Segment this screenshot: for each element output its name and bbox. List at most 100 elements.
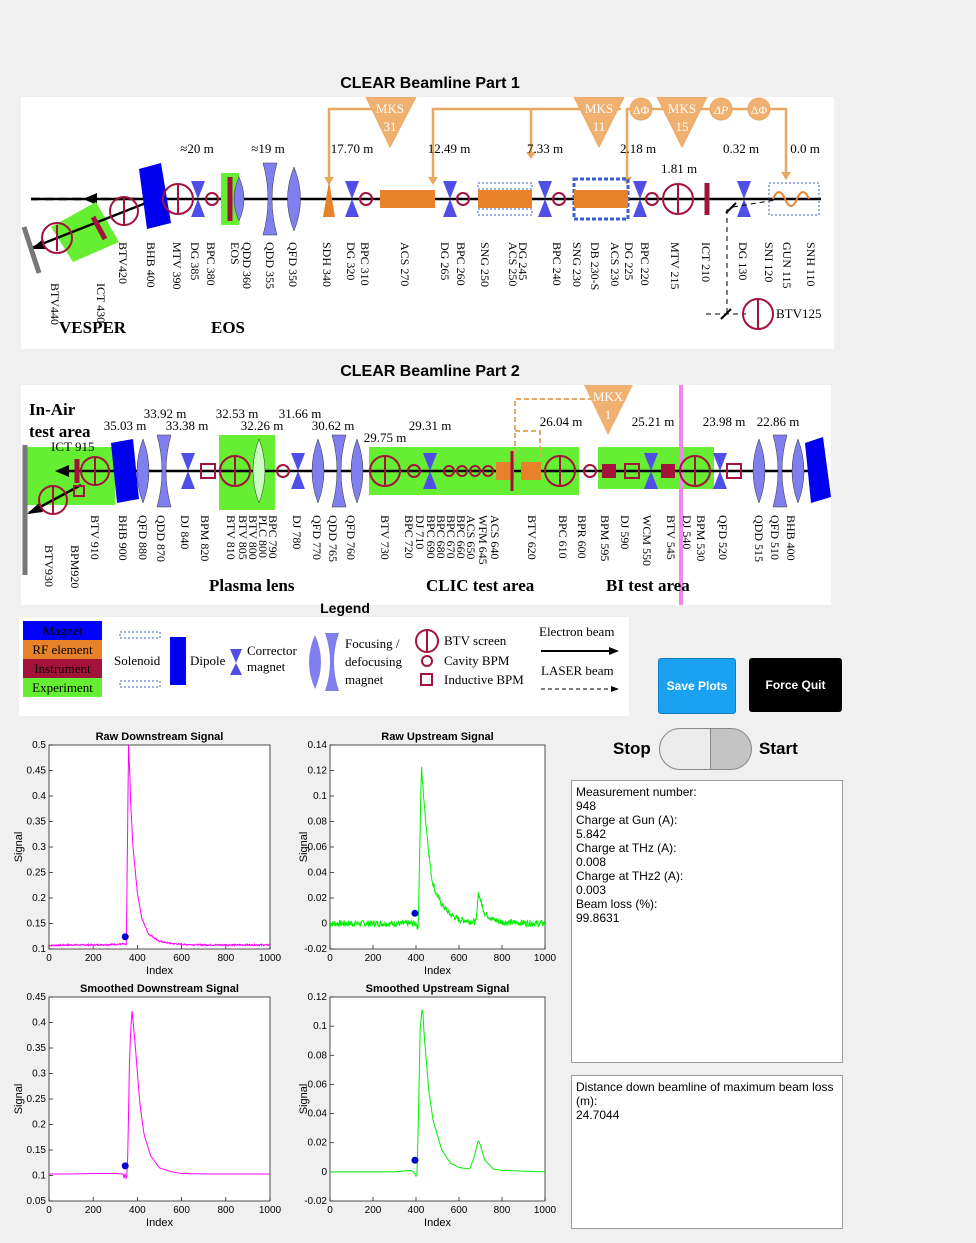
- beamline1-label: ACS 230: [608, 242, 622, 286]
- y-tick-label: 0.5: [32, 740, 46, 751]
- beamline2-label: QFD 510: [768, 515, 782, 560]
- svg-text:ΔP: ΔP: [713, 103, 729, 117]
- beamline2-label: QDD 515: [752, 515, 766, 562]
- beamline1-label: QDD 355: [263, 242, 277, 289]
- signal-marker: [411, 1156, 419, 1164]
- x-axis-label: Index: [146, 1217, 173, 1229]
- beamline1-label: BTV420: [116, 242, 130, 284]
- beamline1-label: ACS 270: [398, 242, 412, 286]
- plot-title: Raw Upstream Signal: [381, 731, 493, 743]
- x-tick-label: 600: [451, 1205, 468, 1216]
- y-tick-label: 0.15: [27, 1145, 47, 1156]
- svg-text:MKS: MKS: [668, 101, 696, 116]
- y-tick-label: -0.02: [304, 1196, 327, 1207]
- beamline2-label: WCM 550: [640, 515, 654, 566]
- y-tick-label: 0.06: [308, 1079, 328, 1090]
- in-air-label-1: In-Air: [29, 400, 76, 419]
- beamline2-label: ACS 640: [488, 515, 502, 559]
- svg-text:33.38 m: 33.38 m: [166, 418, 209, 433]
- x-tick-label: 800: [217, 1205, 234, 1216]
- beamline1-label: SNH 110: [804, 242, 818, 287]
- beamline2-label: BPM 595: [598, 515, 612, 561]
- beamline1-label: MTV 215: [668, 242, 682, 289]
- beamline1-label: SNG 250: [478, 242, 492, 287]
- svg-text:≈20 m: ≈20 m: [180, 141, 214, 156]
- y-tick-label: 0.2: [32, 1120, 46, 1131]
- beamline2-label: BTV 730: [378, 515, 392, 560]
- toggle-knob: [660, 729, 711, 769]
- beamline2-label: BPM 820: [198, 515, 212, 561]
- beamline2-label: BTV 545: [664, 515, 678, 560]
- force-quit-button[interactable]: Force Quit: [749, 658, 842, 712]
- save-plots-button[interactable]: Save Plots: [658, 658, 736, 714]
- x-tick-label: 800: [494, 1205, 511, 1216]
- y-axis-label: Signal: [298, 832, 310, 863]
- run-toggle-switch[interactable]: [659, 728, 752, 770]
- x-tick-label: 1000: [534, 953, 557, 964]
- x-tick-label: 0: [46, 953, 52, 964]
- svg-text:35.03 m: 35.03 m: [104, 418, 147, 433]
- y-tick-label: 0.1: [32, 944, 46, 955]
- legend-focusing: Focusing / defocusing magnet: [345, 636, 403, 687]
- area-plasma-lens: Plasma lens: [209, 576, 295, 595]
- beamline2-label: DJ 540: [680, 515, 694, 549]
- beamline1-label: DG 385: [188, 242, 202, 280]
- beamline1-label: BPC 260: [454, 242, 468, 286]
- legend-dipole: Dipole: [190, 653, 226, 668]
- beamline1-distances: ≈20 m ≈19 m 17.70 m 12.49 m 7.33 m 2.18 m 1.…: [180, 141, 820, 176]
- x-tick-label: 600: [173, 953, 190, 964]
- x-tick-label: 200: [365, 953, 382, 964]
- x-tick-label: 0: [46, 1205, 52, 1216]
- btv125-label: BTV125: [776, 306, 822, 321]
- svg-text:26.04 m: 26.04 m: [540, 414, 583, 429]
- raw-downstream-plot: Raw Downstream Signal 0 200 400 600 800 1000 0.…: [13, 731, 282, 977]
- plot-axes: [48, 996, 271, 1202]
- beamline2-label: QDD 870: [154, 515, 168, 562]
- y-tick-label: 0.04: [308, 868, 328, 879]
- ict915-label: ICT 915: [51, 439, 94, 454]
- svg-text:25.21 m: 25.21 m: [632, 414, 675, 429]
- beamline1-label: ICT 210: [699, 242, 713, 282]
- beamline1-label: MTV 390: [170, 242, 184, 289]
- x-axis-label: Index: [424, 1217, 451, 1229]
- beamline1-label: DG 225: [622, 242, 636, 280]
- y-tick-label: 0: [321, 1167, 327, 1178]
- plot-axes: [48, 744, 271, 950]
- svg-text:32.26 m: 32.26 m: [241, 418, 284, 433]
- beamline1-label: EOS: [228, 242, 242, 265]
- beamline2-label: DJ 840: [178, 515, 192, 549]
- x-tick-label: 600: [451, 953, 468, 964]
- beamline2-label: BTV 810: [224, 515, 238, 560]
- svg-text:1.81 m: 1.81 m: [661, 161, 697, 176]
- y-tick-label: 0.1: [313, 791, 327, 802]
- beamline1-label: SNG 230: [570, 242, 584, 287]
- svg-text:ΔΦ: ΔΦ: [633, 103, 650, 117]
- legend-panel: Magnet RF element Instrument Experiment …: [19, 617, 629, 716]
- svg-text:15: 15: [676, 119, 689, 134]
- x-tick-label: 1000: [534, 1205, 557, 1216]
- beamline1-label: SDH 340: [320, 242, 334, 287]
- y-tick-label: -0.02: [304, 944, 327, 955]
- beamline1-title: CLEAR Beamline Part 1: [340, 75, 520, 92]
- beamline2-label: BPM920: [68, 545, 82, 588]
- beamline2-label: DJ 780: [290, 515, 304, 549]
- beamline2-label: QDD 765: [326, 515, 340, 562]
- x-tick-label: 800: [494, 953, 511, 964]
- svg-text:29.31 m: 29.31 m: [409, 418, 452, 433]
- beamline2-label: QFD 760: [344, 515, 358, 560]
- y-tick-label: 0.25: [27, 1094, 47, 1105]
- beamline1-label: QFD 350: [286, 242, 300, 287]
- svg-text:22.86 m: 22.86 m: [757, 414, 800, 429]
- svg-text:0.0 m: 0.0 m: [790, 141, 820, 156]
- area-clic: CLIC test area: [426, 576, 535, 595]
- area-vesper: VESPER: [59, 318, 127, 337]
- y-tick-label: 0.2: [32, 893, 46, 904]
- legend-symbols: [119, 629, 619, 692]
- y-axis-label: Signal: [298, 1084, 310, 1115]
- beamline2-title: CLEAR Beamline Part 2: [340, 363, 520, 380]
- plot-axes: [329, 744, 546, 950]
- y-tick-label: 0.14: [308, 740, 328, 751]
- beamline2-label: DJ 590: [618, 515, 632, 549]
- x-tick-label: 200: [85, 953, 102, 964]
- y-tick-label: 0.02: [308, 893, 328, 904]
